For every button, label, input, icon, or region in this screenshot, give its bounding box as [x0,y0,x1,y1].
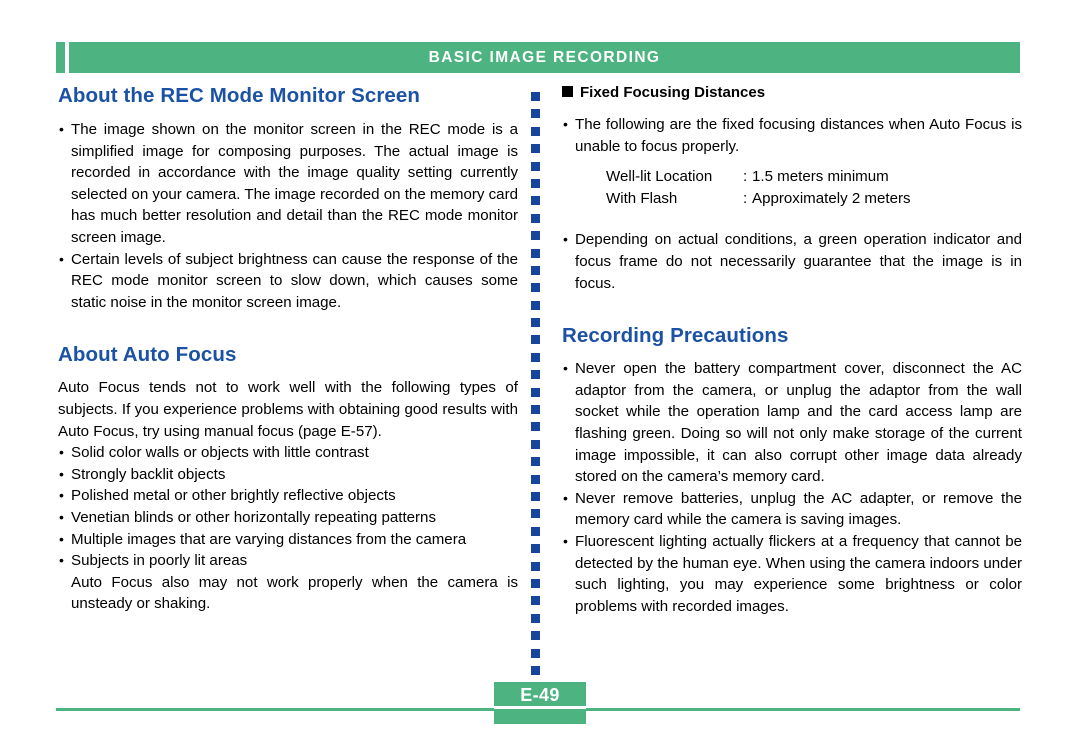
list-item: Never remove batteries, unplug the AC ad… [562,488,1022,531]
divider-dot [531,283,540,293]
rec-monitor-bullet-list: The image shown on the monitor screen in… [58,119,518,313]
divider-dot [531,491,540,501]
header-right-tab [1011,42,1020,73]
fixed-focusing-distances-title: Fixed Focusing Distances [562,84,1022,101]
page: BASIC IMAGE RECORDING About the REC Mode… [0,0,1080,730]
list-item: Subjects in poorly lit areas [58,550,518,572]
divider-dot [531,387,540,397]
divider-dot [531,526,540,536]
divider-dot [531,405,540,415]
black-square-icon [562,86,573,97]
divider-dot [531,126,540,136]
divider-dot [531,352,540,362]
recording-precautions-title: Recording Precautions [562,324,789,348]
divider-dot [531,439,540,449]
divider-dot [531,178,540,188]
list-item: Depending on actual conditions, a green … [562,229,1022,294]
table-row: Well-lit Location : 1.5 meters minimum [606,166,1022,188]
divider-dot [531,300,540,310]
column-divider [531,92,540,675]
list-item: The image shown on the monitor screen in… [58,119,518,249]
fixed-distance-bullet-list: The following are the fixed focusing dis… [562,114,1022,157]
list-item: Fluorescent lighting actually flickers a… [562,531,1022,617]
divider-dot [531,161,540,171]
divider-dot [531,613,540,623]
table-row: With Flash : Approximately 2 meters [606,188,1022,210]
divider-dot [531,318,540,328]
page-number: E-49 [520,685,560,705]
distance-label: With Flash [606,189,678,207]
header-banner: BASIC IMAGE RECORDING [69,42,1020,73]
divider-dot [531,631,540,641]
header-left-tab [56,42,65,73]
divider-dot [531,213,540,223]
divider-dot [531,457,540,467]
divider-dot [531,144,540,154]
right-column: Fixed Focusing Distances The following a… [562,84,1022,617]
header-right-tab-block [1011,42,1020,73]
list-item: Polished metal or other brightly reflect… [58,485,518,507]
auto-focus-intro: Auto Focus tends not to work well with t… [58,379,518,440]
divider-dot [531,474,540,484]
divider-dot [531,648,540,658]
distance-colon: : [743,168,748,186]
auto-focus-closing: Auto Focus also may not work properly wh… [71,573,518,613]
list-item: Multiple images that are varying distanc… [58,529,518,551]
divider-dot [531,370,540,380]
divider-dot [531,509,540,519]
divider-dot [531,335,540,345]
page-header: BASIC IMAGE RECORDING [56,42,1020,73]
divider-dot [531,422,540,432]
auto-focus-bullet-list: Solid color walls or objects with little… [58,442,518,572]
divider-dot [531,544,540,554]
divider-dot [531,196,540,206]
auto-focus-title: About Auto Focus [58,343,237,367]
page-number-badge: E-49 [494,682,586,724]
divider-dot [531,92,540,101]
divider-dot [531,596,540,606]
divider-dot [531,231,540,241]
divider-dot [531,665,540,675]
divider-dot [531,578,540,588]
list-item: Solid color walls or objects with little… [58,442,518,464]
distance-value: 1.5 meters minimum [752,168,889,186]
focus-guarantee-bullet-list: Depending on actual conditions, a green … [562,229,1022,294]
divider-dot [531,248,540,258]
divider-dot [531,561,540,571]
page-title: About the REC Mode Monitor Screen [58,84,421,107]
divider-dot [531,109,540,119]
left-column: About the REC Mode Monitor Screen The im… [58,84,518,615]
list-item: Certain levels of subject brightness can… [58,249,518,314]
list-item: The following are the fixed focusing dis… [562,114,1022,157]
distance-value: Approximately 2 meters [752,189,911,207]
focusing-distance-table: Well-lit Location : 1.5 meters minimum W… [606,166,1022,209]
list-item: Strongly backlit objects [58,464,518,486]
distance-colon: : [743,189,748,207]
divider-dot [531,265,540,275]
list-item: Venetian blinds or other horizontally re… [58,507,518,529]
fixed-focusing-distances-label: Fixed Focusing Distances [580,84,766,101]
footer-notch [494,706,586,709]
list-item: Never open the battery compartment cover… [562,358,1022,488]
recording-precautions-bullet-list: Never open the battery compartment cover… [562,358,1022,617]
header-title: BASIC IMAGE RECORDING [428,48,661,66]
distance-label: Well-lit Location [606,168,713,186]
